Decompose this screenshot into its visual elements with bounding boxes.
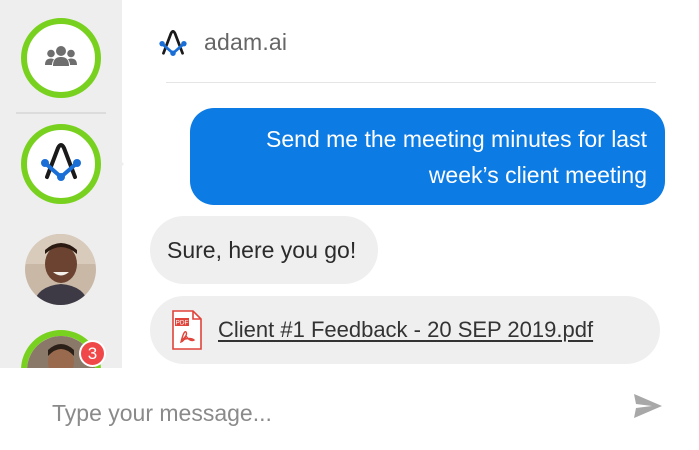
unread-badge: 3 (79, 340, 106, 367)
incoming-message: Sure, here you go! (150, 216, 379, 284)
message-text: Sure, here you go! (167, 236, 357, 263)
header-divider (166, 82, 656, 83)
user-avatar (25, 234, 96, 305)
adam-ai-chat-button[interactable] (21, 124, 101, 204)
contact-avatar[interactable] (25, 234, 96, 305)
pdf-file-icon: PDF (170, 310, 204, 350)
file-attachment-message[interactable]: PDF Client #1 Feedback - 20 SEP 2019.pdf (150, 296, 660, 364)
send-button[interactable] (630, 392, 666, 424)
send-icon (632, 392, 664, 425)
adam-ai-logo-icon (39, 142, 83, 187)
message-line: Send me the meeting minutes for last (266, 126, 647, 152)
selected-indicator (112, 152, 124, 176)
chat-title: adam.ai (204, 29, 288, 55)
pdf-label: PDF (176, 320, 189, 327)
outgoing-message: Send me the meeting minutes for last wee… (190, 108, 665, 205)
group-chat-button[interactable] (21, 18, 101, 98)
message-input[interactable] (52, 393, 612, 433)
message-line: week’s client meeting (428, 162, 647, 188)
rail-divider (16, 112, 106, 114)
adam-ai-logo-icon (158, 28, 188, 58)
file-link[interactable]: Client #1 Feedback - 20 SEP 2019.pdf (218, 317, 593, 343)
group-icon (44, 45, 78, 72)
